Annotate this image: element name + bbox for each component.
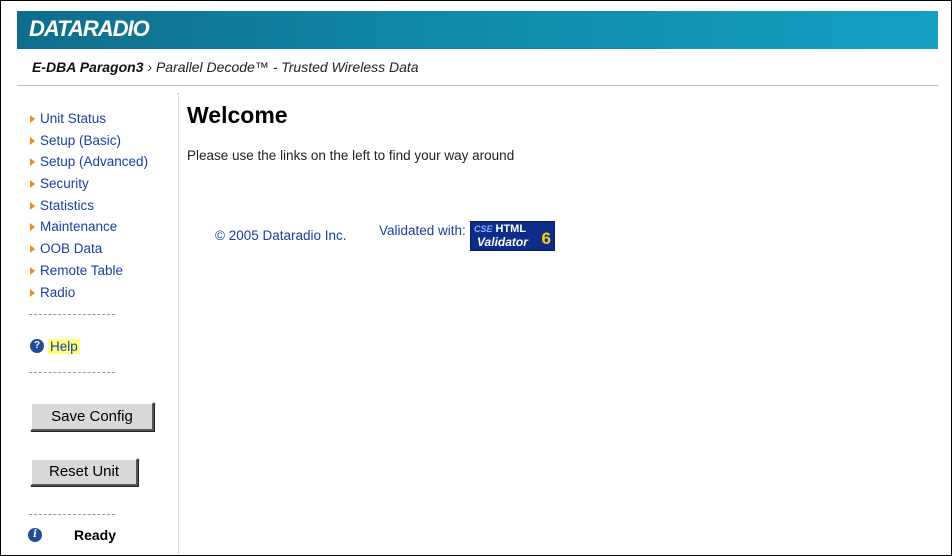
sidebar-item-setup-advanced[interactable]: Setup (Advanced) — [30, 153, 148, 175]
sidebar-divider-dashed — [29, 314, 115, 315]
sidebar-item-remote-table[interactable]: Remote Table — [30, 262, 148, 284]
save-config-button[interactable]: Save Config — [30, 402, 154, 431]
sidebar-item-maintenance[interactable]: Maintenance — [30, 218, 148, 240]
product-subheader: E-DBA Paragon3 › Parallel Decode™ - Trus… — [32, 59, 419, 75]
html-validator-badge[interactable]: CSE HTML Validator 6 — [470, 221, 555, 251]
arrow-right-icon — [30, 136, 35, 145]
sidebar-item-label: Security — [40, 176, 89, 192]
status-text: Ready — [74, 527, 117, 543]
reset-unit-button[interactable]: Reset Unit — [30, 458, 138, 486]
badge-brand: CSE — [474, 224, 493, 234]
badge-line1: HTML — [495, 223, 527, 235]
arrow-right-icon — [30, 245, 35, 254]
arrow-right-icon — [30, 201, 35, 210]
sidebar-item-label: Maintenance — [40, 219, 118, 235]
sidebar-item-label: Unit Status — [40, 111, 107, 126]
badge-top-line: CSE HTML — [474, 223, 526, 235]
page-frame: DATARADIO E-DBA Paragon3 › Parallel Deco… — [0, 0, 952, 556]
arrow-right-icon — [30, 266, 35, 275]
sidebar-nav: Unit Status Setup (Basic) Setup (Advance… — [30, 110, 148, 305]
sidebar-item-label: Remote Table — [40, 262, 124, 278]
sidebar-item-label: OOB Data — [40, 241, 103, 257]
intro-text: Please use the links on the left to find… — [187, 148, 515, 163]
sidebar-divider — [178, 93, 179, 553]
product-tagline: Parallel Decode™ - Trusted Wireless Data — [155, 59, 419, 75]
arrow-right-icon — [30, 158, 35, 167]
sidebar-item-label: Statistics — [40, 197, 95, 213]
validated-label: Validated with: — [379, 223, 466, 238]
page-title: Welcome — [187, 102, 288, 128]
sidebar-item-security[interactable]: Security — [30, 175, 148, 197]
breadcrumb-separator: › — [143, 59, 156, 75]
sidebar-item-radio[interactable]: Radio — [30, 284, 148, 306]
arrow-right-icon — [30, 288, 35, 297]
badge-version: 6 — [541, 229, 551, 248]
sidebar-divider-dashed — [29, 372, 115, 373]
badge-line2: Validator — [477, 235, 528, 249]
sidebar-item-label: Setup (Basic) — [40, 132, 122, 148]
sidebar-divider-dashed — [29, 514, 115, 515]
info-icon: i — [28, 528, 42, 542]
arrow-right-icon — [30, 180, 35, 189]
header-divider — [17, 85, 938, 86]
sidebar-item-unit-status[interactable]: Unit Status — [30, 110, 148, 132]
sidebar-item-oob-data[interactable]: OOB Data — [30, 240, 148, 262]
help-label: Help — [48, 338, 80, 354]
sidebar-item-label: Radio — [40, 284, 76, 300]
header-banner: DATARADIO — [17, 11, 938, 49]
copyright-text: © 2005 Dataradio Inc. — [215, 228, 347, 243]
sidebar-item-statistics[interactable]: Statistics — [30, 197, 148, 219]
arrow-right-icon — [30, 115, 35, 123]
dataradio-logo: DATARADIO — [29, 16, 150, 41]
sidebar-item-setup-basic[interactable]: Setup (Basic) — [30, 132, 148, 154]
product-name: E-DBA Paragon3 — [32, 59, 144, 75]
arrow-right-icon — [30, 223, 35, 232]
help-link[interactable]: ? Help — [30, 338, 80, 354]
sidebar-item-label: Setup (Advanced) — [40, 154, 149, 170]
question-icon: ? — [30, 339, 44, 354]
